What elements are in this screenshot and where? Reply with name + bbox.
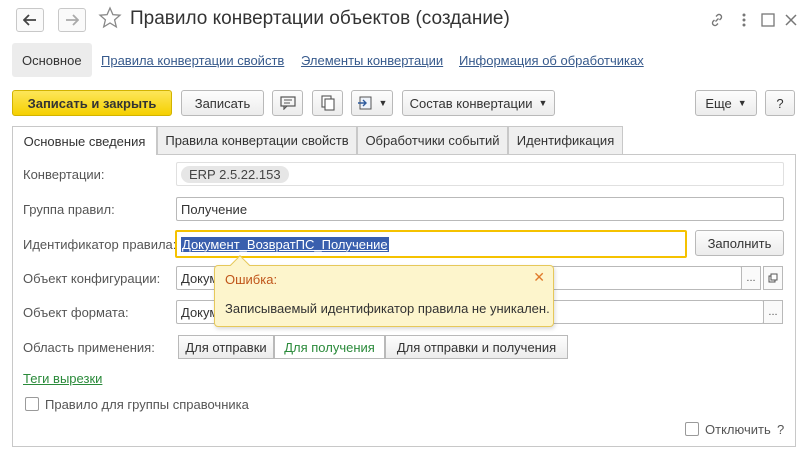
comment-button[interactable]: [272, 90, 303, 116]
favorite-star-icon[interactable]: [98, 6, 122, 33]
more-label: Еще: [705, 95, 732, 111]
chevron-down-icon: ▼: [737, 98, 747, 108]
scope-label: Область применения:: [23, 340, 155, 355]
title-bar: Правило конвертации объектов (создание): [0, 0, 800, 40]
group-rule-checkbox-label: Правило для группы справочника: [45, 397, 249, 412]
open-window-icon: [768, 273, 778, 283]
section-main[interactable]: Основное: [12, 43, 92, 77]
tab-identification[interactable]: Идентификация: [508, 126, 623, 154]
tab-event-handlers[interactable]: Обработчики событий: [357, 126, 508, 154]
ellipsis-icon: ...: [768, 306, 778, 318]
conversions-label: Конвертации:: [23, 167, 105, 182]
select-config-object-button[interactable]: ...: [741, 266, 761, 290]
conversions-field[interactable]: ERP 2.5.22.153: [176, 162, 784, 186]
forward-button[interactable]: [58, 8, 86, 32]
arrow-left-icon: [23, 14, 36, 26]
more-button[interactable]: Еще ▼: [695, 90, 757, 116]
rule-id-label: Идентификатор правила:: [23, 237, 177, 252]
save-and-close-button[interactable]: Записать и закрыть: [12, 90, 172, 116]
document-arrow-icon: [357, 96, 372, 110]
close-icon[interactable]: ✕: [533, 269, 545, 286]
link-icon[interactable]: [706, 9, 728, 31]
section-link-conversion-elements[interactable]: Элементы конвертации: [301, 53, 443, 68]
help-question-icon[interactable]: ?: [777, 422, 784, 437]
arrow-right-icon: [66, 14, 79, 26]
scope-option-send[interactable]: Для отправки: [178, 335, 274, 359]
close-icon[interactable]: [780, 9, 800, 31]
comment-icon: [279, 96, 296, 110]
rule-id-input[interactable]: Документ_ВозвратПС_Получение: [175, 230, 687, 258]
error-tooltip: Ошибка: ✕ Записываемый идентификатор пра…: [214, 255, 554, 327]
tags-link[interactable]: Теги вырезки: [23, 371, 102, 386]
rule-group-label: Группа правил:: [23, 202, 115, 217]
export-menu-button[interactable]: ▼: [351, 90, 393, 116]
page-title: Правило конвертации объектов (создание): [130, 8, 510, 29]
back-button[interactable]: [16, 8, 44, 32]
group-rule-checkbox[interactable]: [25, 397, 39, 411]
more-vertical-icon[interactable]: [733, 9, 755, 31]
copy-button[interactable]: [312, 90, 343, 116]
save-button[interactable]: Записать: [181, 90, 264, 116]
conversion-chip[interactable]: ERP 2.5.22.153: [181, 165, 289, 183]
disable-checkbox[interactable]: [685, 422, 699, 436]
section-link-property-rules[interactable]: Правила конвертации свойств: [101, 53, 284, 68]
rule-group-field[interactable]: Получение: [176, 197, 784, 221]
section-nav: Основное Правила конвертации свойств Эле…: [12, 43, 712, 77]
error-title: Ошибка:: [225, 272, 278, 287]
conversion-composition-label: Состав конвертации: [409, 95, 533, 111]
disable-checkbox-label: Отключить: [705, 422, 771, 437]
chevron-down-icon: ▼: [378, 98, 388, 108]
conversion-composition-button[interactable]: Состав конвертации ▼: [402, 90, 555, 116]
fill-button[interactable]: Заполнить: [695, 230, 784, 256]
open-config-object-button[interactable]: [763, 266, 783, 290]
tab-basic-info[interactable]: Основные сведения: [12, 126, 157, 155]
scope-option-send-receive[interactable]: Для отправки и получения: [385, 335, 568, 359]
tab-property-rules[interactable]: Правила конвертации свойств: [157, 126, 357, 154]
copy-icon: [320, 95, 335, 111]
rule-id-value: Документ_ВозвратПС_Получение: [181, 236, 389, 252]
chevron-down-icon: ▼: [538, 98, 548, 108]
select-format-object-button[interactable]: ...: [763, 300, 783, 324]
help-button[interactable]: ?: [765, 90, 795, 116]
format-object-label: Объект формата:: [23, 305, 129, 320]
scope-option-receive[interactable]: Для получения: [274, 335, 385, 359]
config-object-label: Объект конфигурации:: [23, 271, 161, 286]
section-link-handlers-info[interactable]: Информация об обработчиках: [459, 53, 644, 68]
ellipsis-icon: ...: [746, 272, 756, 284]
maximize-icon[interactable]: [757, 9, 779, 31]
error-message: Записываемый идентификатор правила не ун…: [225, 301, 550, 316]
